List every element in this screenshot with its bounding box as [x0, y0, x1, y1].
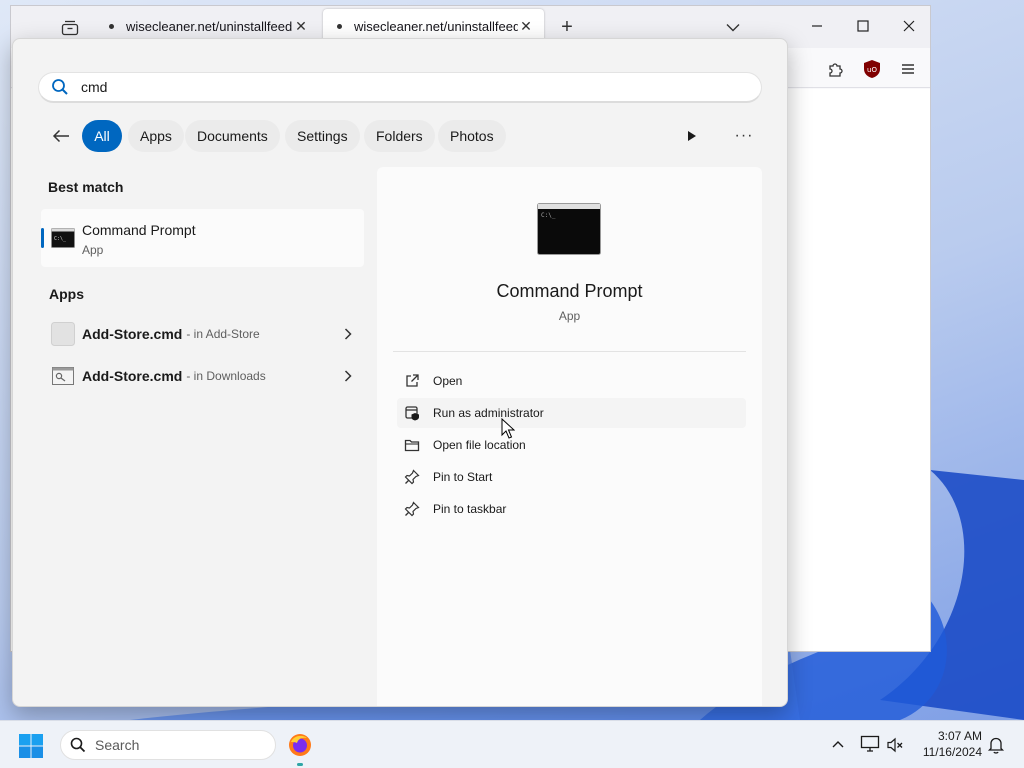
firefox-icon	[289, 734, 311, 756]
action-label: Pin to Start	[433, 470, 493, 484]
taskbar-search-box[interactable]: Search	[60, 730, 276, 760]
filter-all[interactable]: All	[82, 120, 122, 152]
filter-documents[interactable]: Documents	[185, 120, 280, 152]
action-label: Open	[433, 374, 463, 388]
tab-favicon-dot	[109, 23, 114, 29]
chevron-right-icon	[344, 370, 352, 382]
notifications-bell-icon[interactable]	[987, 735, 1005, 755]
search-query-text: cmd	[81, 79, 108, 95]
mouse-cursor-icon	[501, 418, 515, 439]
action-run-as-administrator[interactable]: Run as administrator	[397, 398, 746, 428]
volume-muted-icon[interactable]	[886, 736, 904, 754]
chevron-right-icon	[344, 328, 352, 340]
search-icon	[51, 78, 69, 96]
tab-favicon-dot	[337, 23, 342, 29]
puzzle-icon	[829, 63, 843, 77]
play-icon	[688, 131, 696, 141]
app-result-item[interactable]: Add-Store.cmd - in Downloads	[41, 358, 364, 394]
svg-text:C:\_: C:\_	[54, 236, 67, 242]
app-result-item[interactable]: Add-Store.cmd - in Add-Store	[41, 316, 364, 352]
extensions-button[interactable]	[825, 58, 847, 80]
tab-title: wisecleaner.net/uninstallfeedback	[126, 18, 293, 34]
close-icon	[903, 20, 915, 32]
filter-photos[interactable]: Photos	[438, 120, 506, 152]
action-open-file-location[interactable]: Open file location	[397, 430, 746, 460]
app-result-location: - in Downloads	[186, 369, 266, 383]
tab-close-button[interactable]: ✕	[518, 18, 534, 35]
shield-icon	[403, 404, 421, 422]
close-window-button[interactable]	[886, 11, 932, 41]
best-match-result[interactable]: C:\_ Command Prompt App	[41, 209, 364, 267]
best-match-heading: Best match	[48, 179, 124, 195]
expand-result-button[interactable]	[338, 328, 358, 340]
minimize-icon	[812, 25, 822, 27]
action-label: Run as administrator	[433, 406, 544, 420]
app-result-name: Add-Store.cmd	[82, 326, 183, 342]
best-match-name: Command Prompt	[82, 222, 196, 238]
search-filter-row: All Apps Documents Settings Folders Phot…	[39, 119, 763, 153]
detail-app-name: Command Prompt	[496, 281, 643, 301]
best-match-kind: App	[82, 243, 104, 257]
detail-app-kind: App	[558, 309, 581, 323]
chevron-up-icon	[832, 741, 844, 748]
open-external-icon	[403, 372, 421, 390]
tab-close-button[interactable]: ✕	[293, 18, 309, 35]
tab-list-icon	[61, 20, 79, 36]
ublock-shield-icon: uO	[864, 60, 880, 78]
selection-indicator	[41, 228, 44, 248]
action-label: Pin to taskbar	[433, 502, 507, 516]
pin-icon	[403, 468, 421, 486]
running-app-indicator	[297, 763, 303, 766]
filter-apps[interactable]: Apps	[128, 120, 184, 152]
network-icon[interactable]	[860, 735, 880, 753]
action-pin-to-taskbar[interactable]: Pin to taskbar	[397, 494, 746, 524]
svg-text:uO: uO	[867, 66, 877, 74]
taskbar-search-label: Search	[95, 737, 140, 753]
clock-date: 11/16/2024	[922, 745, 982, 759]
show-hidden-icons-button[interactable]	[829, 735, 847, 753]
more-options-button[interactable]: ···	[733, 124, 755, 148]
app-menu-button[interactable]	[897, 58, 919, 80]
clock-time: 3:07 AM	[937, 729, 982, 743]
chevron-down-icon	[726, 23, 740, 31]
filter-folders[interactable]: Folders	[364, 120, 435, 152]
more-filters-play-button[interactable]	[681, 124, 703, 148]
ublock-origin-button[interactable]: uO	[861, 58, 883, 80]
windows-search-panel: cmd All Apps Documents Settings Folders …	[12, 38, 788, 707]
maximize-icon	[857, 20, 869, 32]
tab-title: wisecleaner.net/uninstallfeedback	[354, 18, 518, 34]
arrow-left-icon	[52, 129, 69, 143]
filter-settings[interactable]: Settings	[285, 120, 360, 152]
action-pin-to-start[interactable]: Pin to Start	[397, 462, 746, 492]
command-prompt-icon: C:\_	[51, 228, 75, 248]
windows-logo-icon	[19, 734, 43, 758]
blank-file-icon	[51, 322, 75, 346]
result-detail-pane: C:\_ Command Prompt App Open Run as admi…	[377, 167, 762, 706]
folder-icon	[403, 436, 421, 454]
minimize-button[interactable]	[794, 11, 840, 41]
hamburger-menu-icon	[902, 64, 914, 74]
new-tab-button[interactable]: +	[554, 14, 580, 40]
taskbar: Search 3:07 AM 11/16/2024	[0, 720, 1024, 768]
expand-result-button[interactable]	[338, 370, 358, 382]
app-result-name: Add-Store.cmd	[82, 368, 183, 384]
maximize-button[interactable]	[840, 11, 886, 41]
svg-text:C:\_: C:\_	[541, 212, 556, 219]
script-file-icon	[52, 367, 74, 385]
list-all-tabs-button[interactable]	[720, 14, 746, 40]
pin-icon	[403, 500, 421, 518]
search-input[interactable]: cmd	[38, 72, 762, 103]
back-button[interactable]	[47, 123, 75, 149]
app-result-location: - in Add-Store	[186, 327, 260, 341]
action-open[interactable]: Open	[397, 366, 746, 396]
apps-heading: Apps	[49, 286, 84, 302]
search-icon	[69, 736, 87, 754]
start-button[interactable]	[18, 733, 44, 759]
firefox-taskbar-button[interactable]	[288, 733, 312, 757]
command-prompt-large-icon: C:\_	[537, 203, 601, 255]
system-clock[interactable]: 3:07 AM 11/16/2024	[912, 728, 982, 760]
action-label: Open file location	[433, 438, 526, 452]
detail-divider	[393, 351, 746, 352]
